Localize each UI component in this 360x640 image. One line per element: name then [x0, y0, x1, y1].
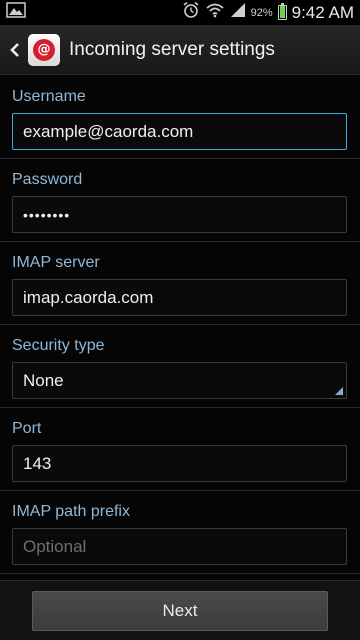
gallery-icon: [6, 2, 26, 23]
page-title: Incoming server settings: [69, 38, 275, 60]
security-type-value: None: [23, 370, 64, 390]
battery-percent: 92%: [250, 6, 273, 19]
password-value: ••••••••: [23, 206, 71, 223]
imap-server-section: IMAP server imap.caorda.com: [0, 242, 360, 325]
imap-path-prefix-field[interactable]: Optional: [12, 528, 347, 565]
username-section: Username example@caorda.com: [0, 76, 360, 159]
security-type-select[interactable]: None: [12, 362, 347, 399]
imap-server-field[interactable]: imap.caorda.com: [12, 279, 347, 316]
email-app-icon[interactable]: @: [28, 33, 60, 66]
wifi-icon: [205, 2, 225, 23]
port-label: Port: [12, 420, 42, 437]
next-button[interactable]: Next: [32, 591, 328, 631]
screen: 92% 9:42 AM @ Incoming server settings U…: [0, 0, 360, 640]
alarm-icon: [182, 1, 200, 24]
password-section: Password ••••••••: [0, 159, 360, 242]
dropdown-corner-icon: [335, 387, 343, 395]
at-sign-icon: @: [33, 38, 55, 61]
security-type-label: Security type: [12, 337, 105, 354]
action-bar: @ Incoming server settings: [0, 25, 360, 75]
back-chevron-icon[interactable]: [2, 25, 28, 75]
username-label: Username: [12, 88, 86, 105]
username-field[interactable]: example@caorda.com: [12, 113, 347, 150]
port-section: Port 143: [0, 408, 360, 491]
status-bar: 92% 9:42 AM: [0, 0, 360, 25]
port-field[interactable]: 143: [12, 445, 347, 482]
password-label: Password: [12, 171, 83, 188]
server-settings-form: Username example@caorda.com Password •••…: [0, 76, 360, 574]
password-field[interactable]: ••••••••: [12, 196, 347, 233]
security-type-section: Security type None: [0, 325, 360, 408]
imap-path-prefix-section: IMAP path prefix Optional: [0, 491, 360, 574]
status-time: 9:42 AM: [291, 2, 354, 22]
imap-server-label: IMAP server: [12, 254, 100, 271]
signal-icon: [230, 2, 246, 23]
battery-icon: [277, 3, 287, 20]
imap-path-prefix-label: IMAP path prefix: [12, 503, 130, 520]
bottom-bar: Next: [0, 580, 360, 640]
